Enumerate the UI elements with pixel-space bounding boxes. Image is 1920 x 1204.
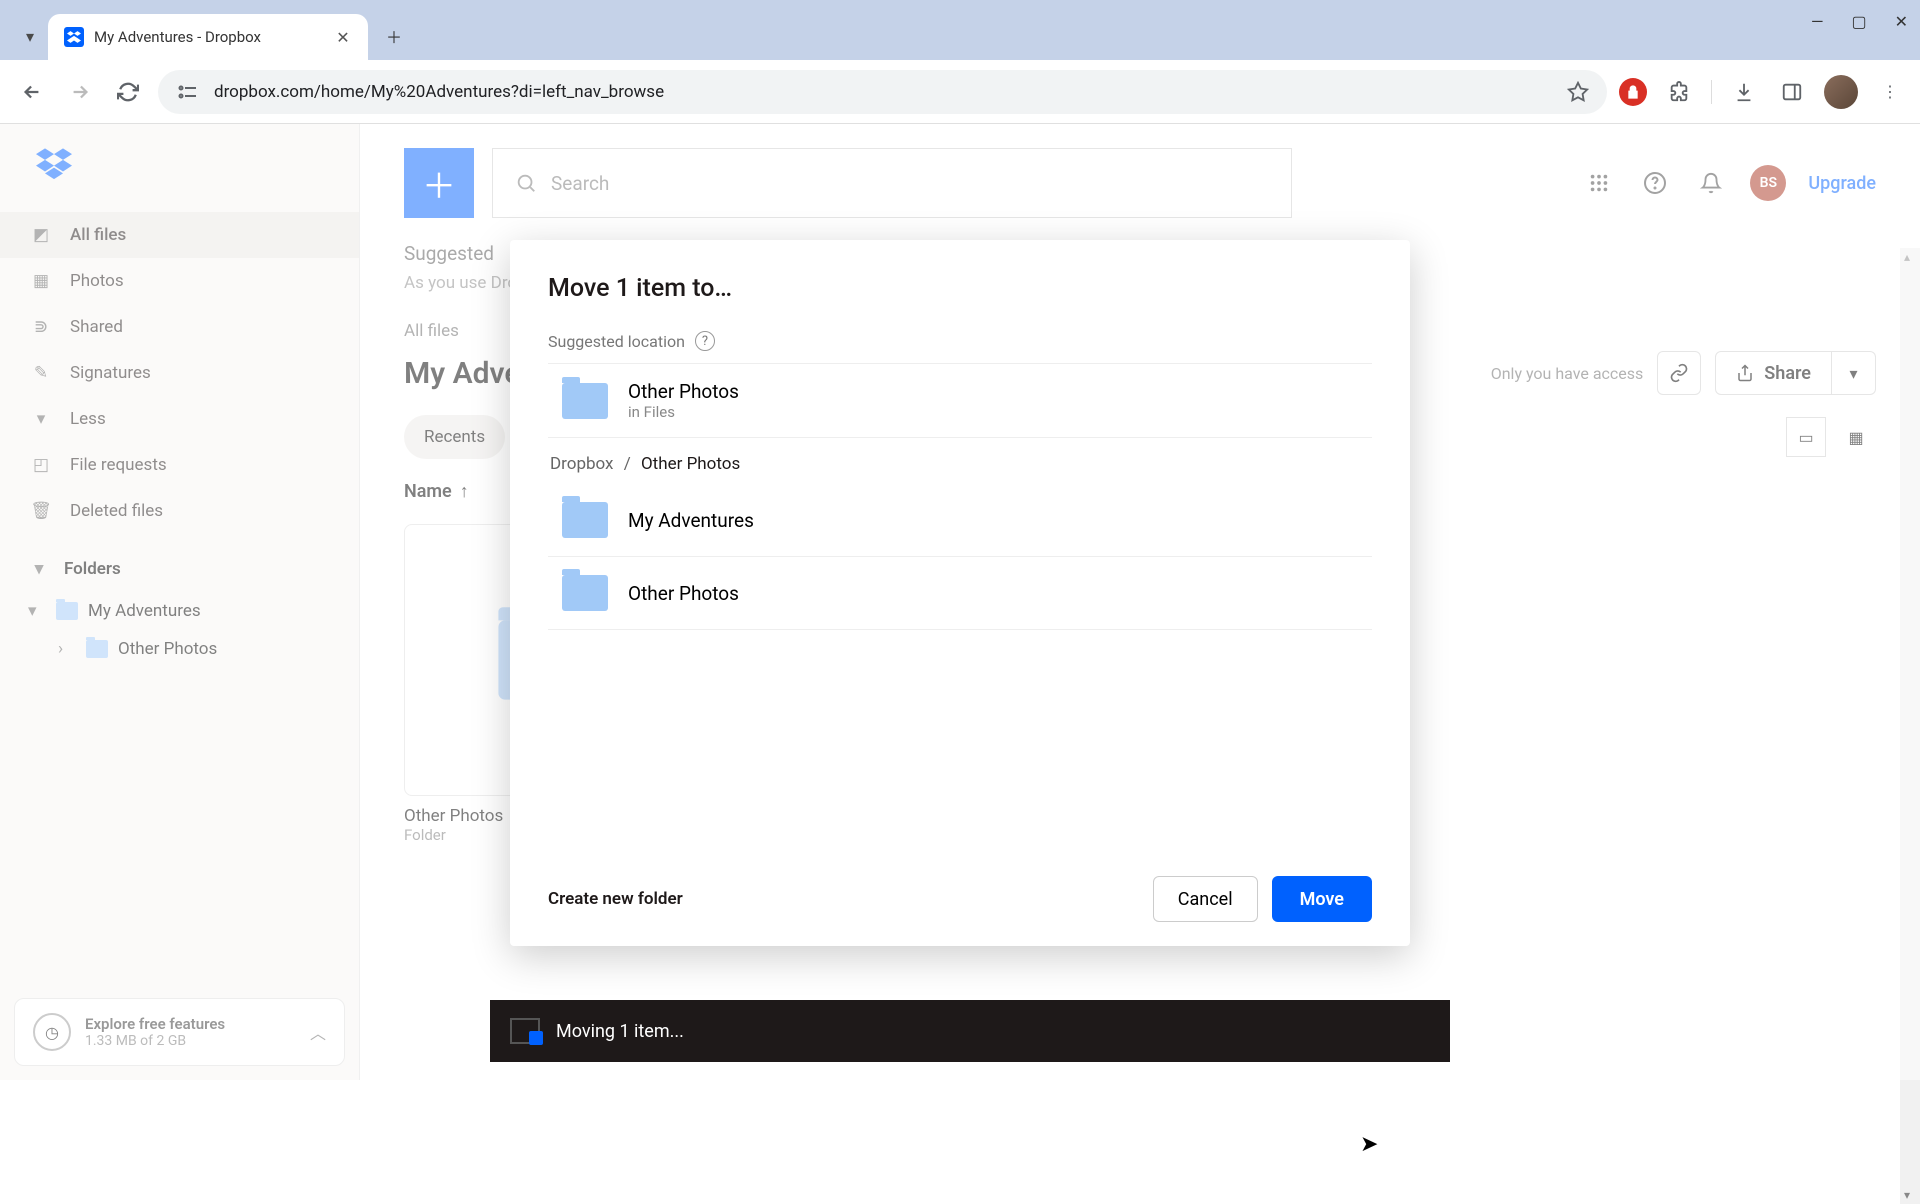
- toast-message: Moving 1 item...: [556, 1021, 684, 1042]
- dropbox-favicon: [64, 27, 84, 47]
- downloads-icon[interactable]: [1728, 76, 1760, 108]
- modal-breadcrumb: Dropbox / Other Photos: [548, 438, 1372, 484]
- chrome-profile-avatar[interactable]: [1824, 75, 1858, 109]
- folder-icon: [562, 575, 608, 611]
- url-text: dropbox.com/home/My%20Adventures?di=left…: [214, 82, 664, 102]
- tab-close-icon[interactable]: ✕: [334, 28, 352, 46]
- chrome-menu-icon[interactable]: ⋮: [1874, 76, 1906, 108]
- suggested-location-label: Suggested location: [548, 332, 685, 351]
- toolbar-divider: [1711, 80, 1712, 104]
- extension-icon[interactable]: [1619, 78, 1647, 106]
- site-settings-icon[interactable]: [176, 80, 200, 104]
- minimize-icon[interactable]: —: [1811, 12, 1824, 31]
- help-icon[interactable]: ?: [695, 331, 715, 351]
- browser-tab[interactable]: My Adventures - Dropbox ✕: [48, 14, 368, 60]
- new-tab-button[interactable]: ＋: [376, 18, 412, 54]
- folder-icon: [562, 502, 608, 538]
- suggestion-name: Other Photos: [628, 380, 739, 403]
- create-new-folder-link[interactable]: Create new folder: [548, 889, 683, 909]
- extensions-puzzle-icon[interactable]: [1663, 76, 1695, 108]
- destination-name: Other Photos: [628, 582, 739, 605]
- sidepanel-icon[interactable]: [1776, 76, 1808, 108]
- crumb-root[interactable]: Dropbox: [550, 454, 614, 474]
- forward-button[interactable]: [62, 74, 98, 110]
- toast-notification: Moving 1 item...: [490, 1000, 1450, 1062]
- star-icon[interactable]: [1567, 81, 1589, 103]
- tab-search-dropdown[interactable]: ▾: [12, 18, 48, 54]
- scroll-down-icon[interactable]: ▾: [1904, 1188, 1910, 1202]
- modal-title: Move 1 item to…: [548, 274, 1372, 303]
- mouse-cursor: ➤: [1360, 1132, 1378, 1157]
- tab-title: My Adventures - Dropbox: [94, 28, 324, 46]
- crumb-separator: /: [624, 454, 631, 474]
- maximize-icon[interactable]: ▢: [1851, 12, 1866, 31]
- folder-icon: [562, 383, 608, 419]
- address-bar[interactable]: dropbox.com/home/My%20Adventures?di=left…: [158, 70, 1607, 114]
- reload-button[interactable]: [110, 74, 146, 110]
- suggested-folder[interactable]: Other Photos in Files: [548, 363, 1372, 438]
- move-modal: Move 1 item to… Suggested location ? Oth…: [510, 240, 1410, 946]
- destination-name: My Adventures: [628, 509, 754, 532]
- modal-backdrop: Move 1 item to… Suggested location ? Oth…: [0, 124, 1920, 1080]
- crumb-current: Other Photos: [641, 454, 740, 474]
- moving-icon: [510, 1018, 540, 1044]
- destination-folder[interactable]: My Adventures: [548, 484, 1372, 557]
- close-window-icon[interactable]: ✕: [1895, 12, 1908, 31]
- cancel-button[interactable]: Cancel: [1153, 876, 1258, 922]
- destination-folder[interactable]: Other Photos: [548, 557, 1372, 630]
- suggestion-sub: in Files: [628, 403, 739, 421]
- move-button[interactable]: Move: [1272, 876, 1372, 922]
- back-button[interactable]: [14, 74, 50, 110]
